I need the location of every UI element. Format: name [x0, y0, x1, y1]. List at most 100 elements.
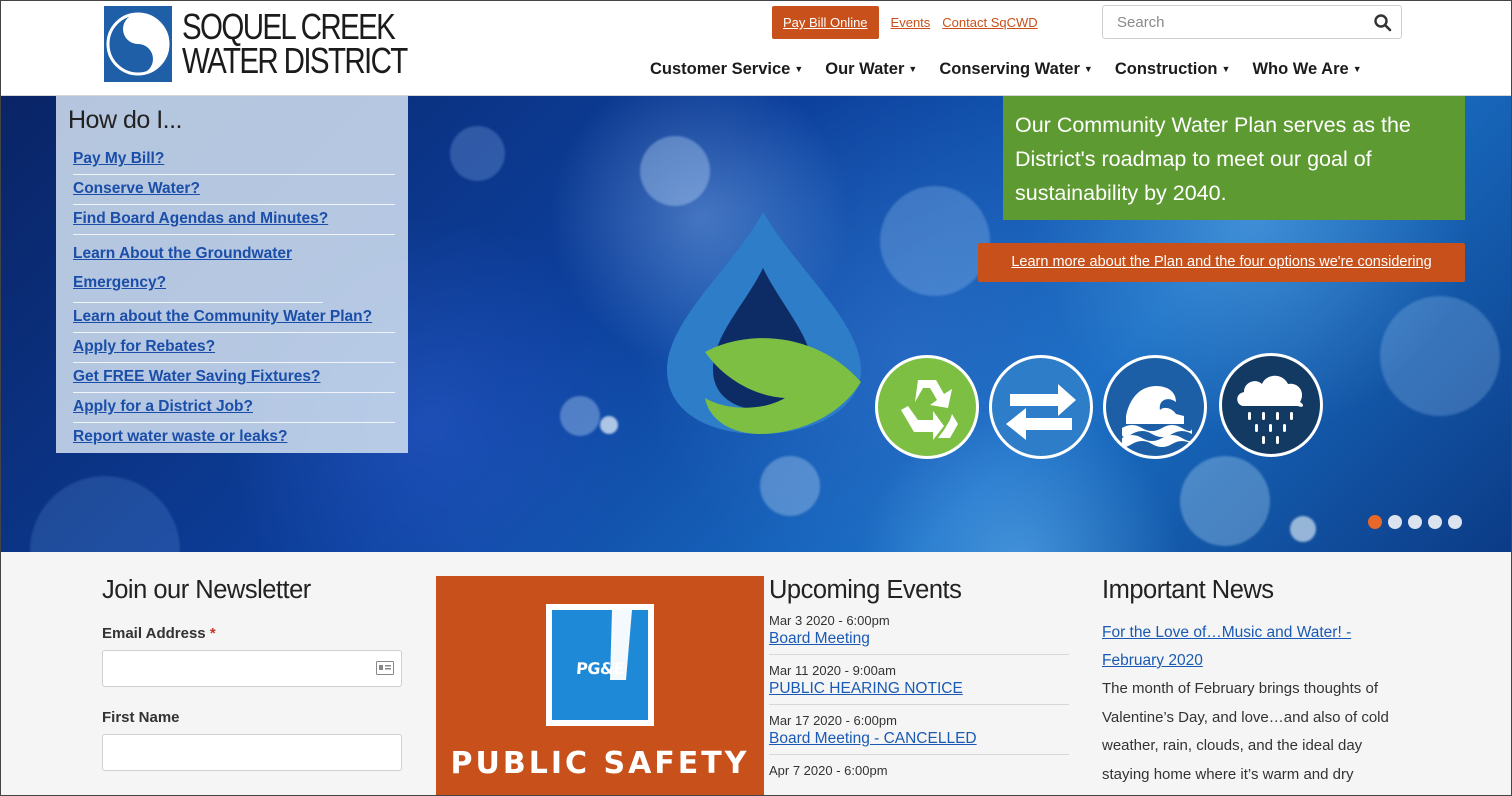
bokeh-light [560, 396, 600, 436]
list-item: Get FREE Water Saving Fixtures? [73, 363, 395, 393]
carousel-dot[interactable] [1368, 515, 1382, 529]
first-name-field[interactable] [102, 734, 402, 771]
how-do-i-panel: How do I... Pay My Bill? Conserve Water?… [56, 96, 408, 453]
nav-conserving-water[interactable]: Conserving Water ▼ [939, 60, 1093, 79]
bokeh-light [640, 136, 710, 206]
contact-link[interactable]: Contact SqCWD [942, 15, 1037, 30]
bokeh-light [30, 476, 180, 552]
nav-our-water[interactable]: Our Water ▼ [825, 60, 917, 79]
community-plan-callout: Our Community Water Plan serves as the D… [1003, 96, 1465, 220]
carousel-dot[interactable] [1388, 515, 1402, 529]
event-item: Mar 11 2020 - 9:00am PUBLIC HEARING NOTI… [769, 655, 1069, 705]
how-do-i-title: How do I... [68, 106, 183, 134]
link-board-agendas[interactable]: Find Board Agendas and Minutes? [73, 210, 328, 227]
how-do-i-list: Pay My Bill? Conserve Water? Find Board … [68, 145, 396, 452]
email-field[interactable] [102, 650, 402, 687]
bokeh-light [760, 456, 820, 516]
bokeh-light [880, 186, 990, 296]
caret-down-icon: ▼ [1352, 64, 1362, 74]
list-item: Conserve Water? [73, 175, 395, 205]
utility-nav: Pay Bill Online Events Contact SqCWD [772, 6, 1038, 39]
logo-line-1: SOQUEL CREEK [182, 6, 396, 47]
list-item: Learn about the Community Water Plan? [73, 303, 395, 333]
link-district-job[interactable]: Apply for a District Job? [73, 398, 253, 415]
link-report-waste[interactable]: Report water waste or leaks? [73, 428, 288, 445]
email-label-text: Email Address [102, 625, 206, 642]
link-groundwater-emergency[interactable]: Learn About the Groundwater Emergency? [73, 245, 292, 291]
nav-label: Construction [1114, 60, 1218, 78]
list-item: Apply for a District Job? [73, 393, 395, 423]
event-date: Mar 17 2020 - 6:00pm [769, 713, 897, 728]
list-item: Find Board Agendas and Minutes? [73, 205, 395, 235]
nav-construction[interactable]: Construction ▼ [1115, 60, 1231, 79]
nav-label: Who We Are [1252, 60, 1349, 78]
event-link[interactable]: Board Meeting [769, 630, 1069, 648]
logo-line-2: WATER DISTRICT [182, 40, 408, 81]
list-item: Pay My Bill? [73, 145, 395, 175]
site-header: SOQUEL CREEK WATER DISTRICT Pay Bill Onl… [0, 0, 1512, 96]
nav-label: Conserving Water [939, 60, 1080, 78]
required-mark: * [209, 625, 216, 642]
pge-public-safety-banner[interactable]: PG&E PUBLIC SAFETY [436, 576, 764, 796]
email-label: Email Address * [102, 625, 402, 642]
event-date: Apr 7 2020 - 6:00pm [769, 763, 888, 778]
bokeh-light [1180, 456, 1270, 546]
search-icon[interactable] [1373, 13, 1393, 33]
learn-more-plan-button[interactable]: Learn more about the Plan and the four o… [978, 243, 1465, 282]
water-drop-logo-icon [667, 212, 861, 434]
waves-icon [1103, 355, 1207, 459]
nav-customer-service[interactable]: Customer Service ▼ [650, 60, 803, 79]
search-input[interactable] [1103, 6, 1353, 38]
list-item: Learn About the Groundwater Emergency? [73, 235, 323, 303]
carousel-dot[interactable] [1448, 515, 1462, 529]
upcoming-events: Upcoming Events Mar 3 2020 - 6:00pm Boar… [769, 576, 1069, 784]
nav-who-we-are[interactable]: Who We Are ▼ [1252, 60, 1361, 79]
pge-logo-field: PG&E [552, 610, 648, 720]
link-free-fixtures[interactable]: Get FREE Water Saving Fixtures? [73, 368, 320, 385]
bokeh-light [1380, 296, 1500, 416]
search-box [1102, 5, 1402, 39]
bokeh-light [1290, 516, 1316, 542]
pay-bill-button[interactable]: Pay Bill Online [772, 6, 879, 39]
event-link[interactable]: Board Meeting - CANCELLED [769, 730, 1069, 748]
event-item: Apr 7 2020 - 6:00pm [769, 755, 1069, 784]
logo-swirl-icon [104, 6, 172, 82]
bokeh-light [450, 126, 505, 181]
events-title: Upcoming Events [769, 576, 962, 604]
carousel-dot[interactable] [1428, 515, 1442, 529]
important-news: Important News For the Love of…Music and… [1102, 576, 1402, 789]
event-item: Mar 3 2020 - 6:00pm Board Meeting [769, 605, 1069, 655]
link-rebates[interactable]: Apply for Rebates? [73, 338, 215, 355]
news-excerpt: The month of February brings thoughts of… [1102, 680, 1389, 783]
link-pay-bill[interactable]: Pay My Bill? [73, 150, 164, 167]
logo-wordmark: SOQUEL CREEK WATER DISTRICT [182, 6, 408, 81]
rain-cloud-icon [1219, 353, 1323, 457]
event-item: Mar 17 2020 - 6:00pm Board Meeting - CAN… [769, 705, 1069, 755]
contact-card-icon [376, 661, 394, 675]
news-title: Important News [1102, 576, 1274, 604]
caret-down-icon: ▼ [1083, 64, 1093, 74]
link-community-water-plan[interactable]: Learn about the Community Water Plan? [73, 308, 372, 325]
main-nav: Customer Service ▼ Our Water ▼ Conserving … [650, 60, 1384, 79]
news-headline-link[interactable]: For the Love of…Music and Water! - Febru… [1102, 619, 1402, 675]
first-name-label: First Name [102, 709, 180, 726]
recycle-icon [875, 355, 979, 459]
list-item: Report water waste or leaks? [73, 423, 395, 452]
carousel-dot[interactable] [1408, 515, 1422, 529]
event-date: Mar 3 2020 - 6:00pm [769, 613, 890, 628]
exchange-icon [989, 355, 1093, 459]
public-safety-heading: PUBLIC SAFETY [450, 746, 750, 781]
event-link[interactable]: PUBLIC HEARING NOTICE [769, 680, 1069, 698]
event-date: Mar 11 2020 - 9:00am [769, 663, 896, 678]
pge-logo-text: PG&E [575, 659, 625, 678]
events-link[interactable]: Events [891, 15, 931, 30]
district-logo[interactable]: SOQUEL CREEK WATER DISTRICT [104, 6, 456, 82]
bokeh-light [600, 416, 618, 434]
list-item: Apply for Rebates? [73, 333, 395, 363]
nav-label: Customer Service [650, 60, 791, 78]
pge-logo: PG&E [546, 604, 654, 726]
newsletter-title: Join our Newsletter [102, 576, 311, 604]
link-conserve-water[interactable]: Conserve Water? [73, 180, 200, 197]
nav-label: Our Water [825, 60, 905, 78]
caret-down-icon: ▼ [794, 64, 804, 74]
